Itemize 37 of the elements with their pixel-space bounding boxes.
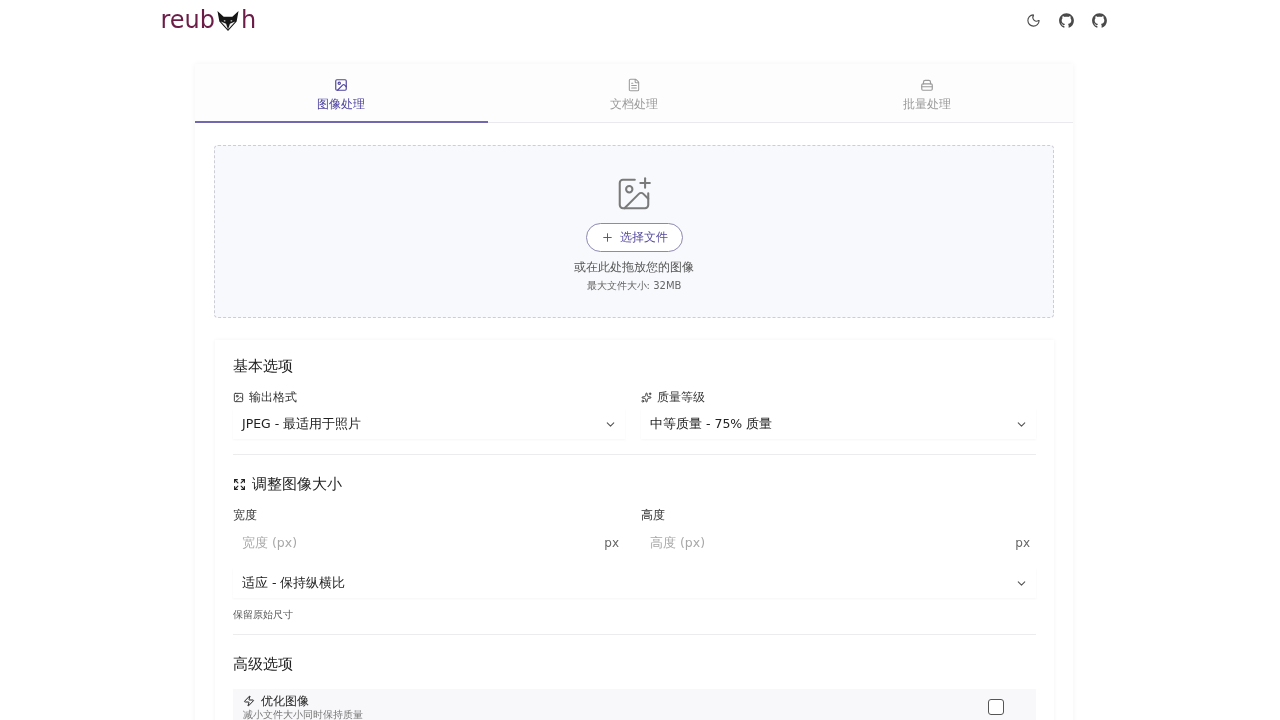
- theme-toggle-button[interactable]: [1024, 11, 1042, 29]
- section-title: 调整图像大小: [252, 475, 342, 494]
- unit-label: px: [1015, 535, 1031, 550]
- image-icon: [233, 391, 244, 403]
- file-size-limit: 最大文件大小: 32MB: [586, 278, 682, 293]
- dropdown-select[interactable]: JPEG - 最适用于照片: [233, 409, 625, 439]
- sparkles-icon: [641, 391, 652, 403]
- drop-zone[interactable]: 选择文件 或在此处拖放您的图像 最大文件大小: 32MB: [214, 145, 1054, 318]
- moon-icon: [1025, 12, 1041, 28]
- dropdown-select[interactable]: 适应 - 保持纵横比: [233, 568, 1036, 598]
- expand-icon: [233, 477, 246, 491]
- image-icon: [334, 78, 349, 92]
- logo-text: reub: [160, 6, 216, 34]
- section-title: 高级选项: [233, 655, 293, 674]
- lightning-icon: [243, 695, 255, 707]
- dropdown-select[interactable]: 中等质量 - 75% 质量: [641, 409, 1036, 439]
- document-icon: [627, 78, 641, 92]
- option-description: 减小文件大小同时保持质量: [243, 709, 363, 720]
- checkbox[interactable]: [988, 699, 1004, 715]
- github-icon: [1090, 11, 1108, 29]
- github-link[interactable]: [1057, 11, 1075, 29]
- field-label: 质量等级: [657, 389, 705, 405]
- plus-icon: [600, 230, 614, 244]
- box-icon: [919, 78, 934, 92]
- field-label: 宽度: [233, 507, 257, 523]
- drop-hint: 或在此处拖放您的图像: [574, 258, 694, 275]
- tab[interactable]: 图像处理: [195, 64, 488, 123]
- logo-text: h: [241, 6, 257, 34]
- unit-label: px: [604, 535, 620, 550]
- option-label: 优化图像: [261, 693, 309, 709]
- github-link[interactable]: [1090, 11, 1108, 29]
- github-icon: [1057, 11, 1075, 29]
- field-label: 输出格式: [249, 389, 297, 405]
- choose-file-button[interactable]: 选择文件: [585, 222, 683, 252]
- section-title: 基本选项: [233, 357, 293, 376]
- field-label: 高度: [641, 507, 665, 523]
- hint-text: 保留原始尺寸: [233, 608, 294, 622]
